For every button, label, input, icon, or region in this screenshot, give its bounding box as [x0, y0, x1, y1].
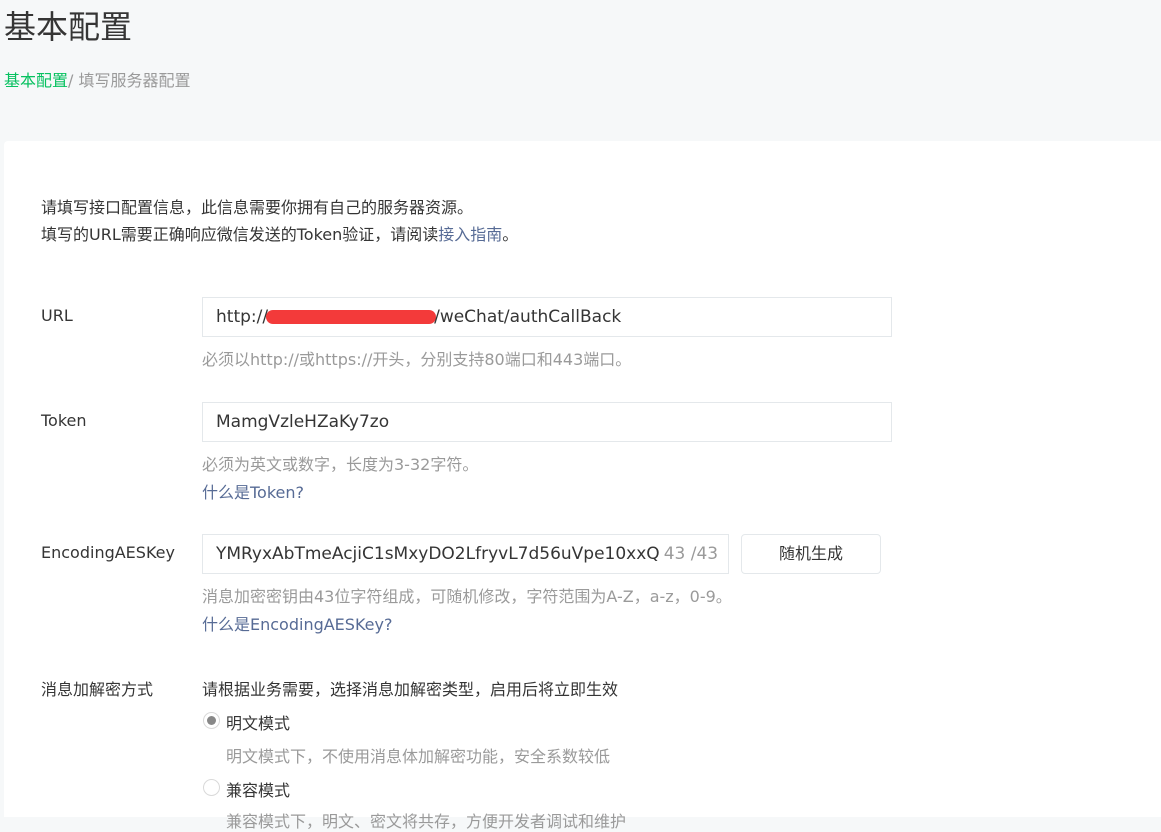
aes-key-value: YMRyxAbTmeAcjiC1sMxyDO2LfryvL7d56uVpe10x… [216, 544, 660, 564]
plaintext-mode-radio[interactable] [203, 712, 220, 729]
plaintext-mode-desc: 明文模式下，不使用消息体加解密功能，安全系数较低 [226, 743, 610, 767]
compatible-mode-desc: 兼容模式下，明文、密文将共存，方便开发者调试和维护 [226, 808, 626, 832]
breadcrumb-home-link[interactable]: 基本配置 [4, 71, 68, 90]
url-value-prefix: http:// [216, 307, 268, 327]
intro-text: 填写的URL需要正确响应微信发送的Token验证，请阅读 [41, 225, 438, 244]
breadcrumb-current: 填写服务器配置 [79, 71, 191, 90]
token-label: Token [41, 411, 87, 430]
url-label: URL [41, 306, 73, 325]
intro-line-1: 请填写接口配置信息，此信息需要你拥有自己的服务器资源。 [41, 194, 473, 218]
compatible-mode-radio[interactable] [203, 779, 220, 796]
token-hint: 必须为英文或数字，长度为3-32字符。 [202, 451, 478, 475]
breadcrumb-separator: / [68, 71, 78, 90]
encryption-description: 请根据业务需要，选择消息加解密类型，启用后将立即生效 [202, 676, 618, 700]
url-input[interactable]: http:// /weChat/authCallBack [202, 297, 892, 337]
page-title: 基本配置 [4, 2, 132, 48]
url-hint: 必须以http://或https://开头，分别支持80端口和443端口。 [202, 346, 631, 370]
url-value-suffix: /weChat/authCallBack [434, 307, 621, 327]
aes-char-count: 43 /43 [664, 544, 718, 564]
redaction-mark [266, 310, 436, 324]
plaintext-mode-label[interactable]: 明文模式 [226, 710, 290, 734]
aes-key-input[interactable]: YMRyxAbTmeAcjiC1sMxyDO2LfryvL7d56uVpe10x… [202, 534, 729, 574]
token-input[interactable]: MamgVzleHZaKy7zo [202, 402, 892, 442]
what-is-aes-key-link[interactable]: 什么是EncodingAESKey? [202, 611, 392, 635]
encryption-label: 消息加解密方式 [41, 676, 153, 700]
breadcrumb: 基本配置/ 填写服务器配置 [4, 67, 191, 91]
intro-suffix: 。 [502, 225, 518, 244]
intro-line-2: 填写的URL需要正确响应微信发送的Token验证，请阅读接入指南。 [41, 221, 518, 245]
random-generate-button[interactable]: 随机生成 [741, 534, 881, 574]
aes-label: EncodingAESKey [41, 543, 175, 562]
compatible-mode-label[interactable]: 兼容模式 [226, 777, 290, 801]
config-card: 请填写接口配置信息，此信息需要你拥有自己的服务器资源。 填写的URL需要正确响应… [4, 141, 1161, 817]
access-guide-link[interactable]: 接入指南 [438, 225, 502, 244]
what-is-token-link[interactable]: 什么是Token? [202, 479, 304, 503]
aes-hint: 消息加密密钥由43位字符组成，可随机修改，字符范围为A-Z，a-z，0-9。 [202, 583, 732, 607]
